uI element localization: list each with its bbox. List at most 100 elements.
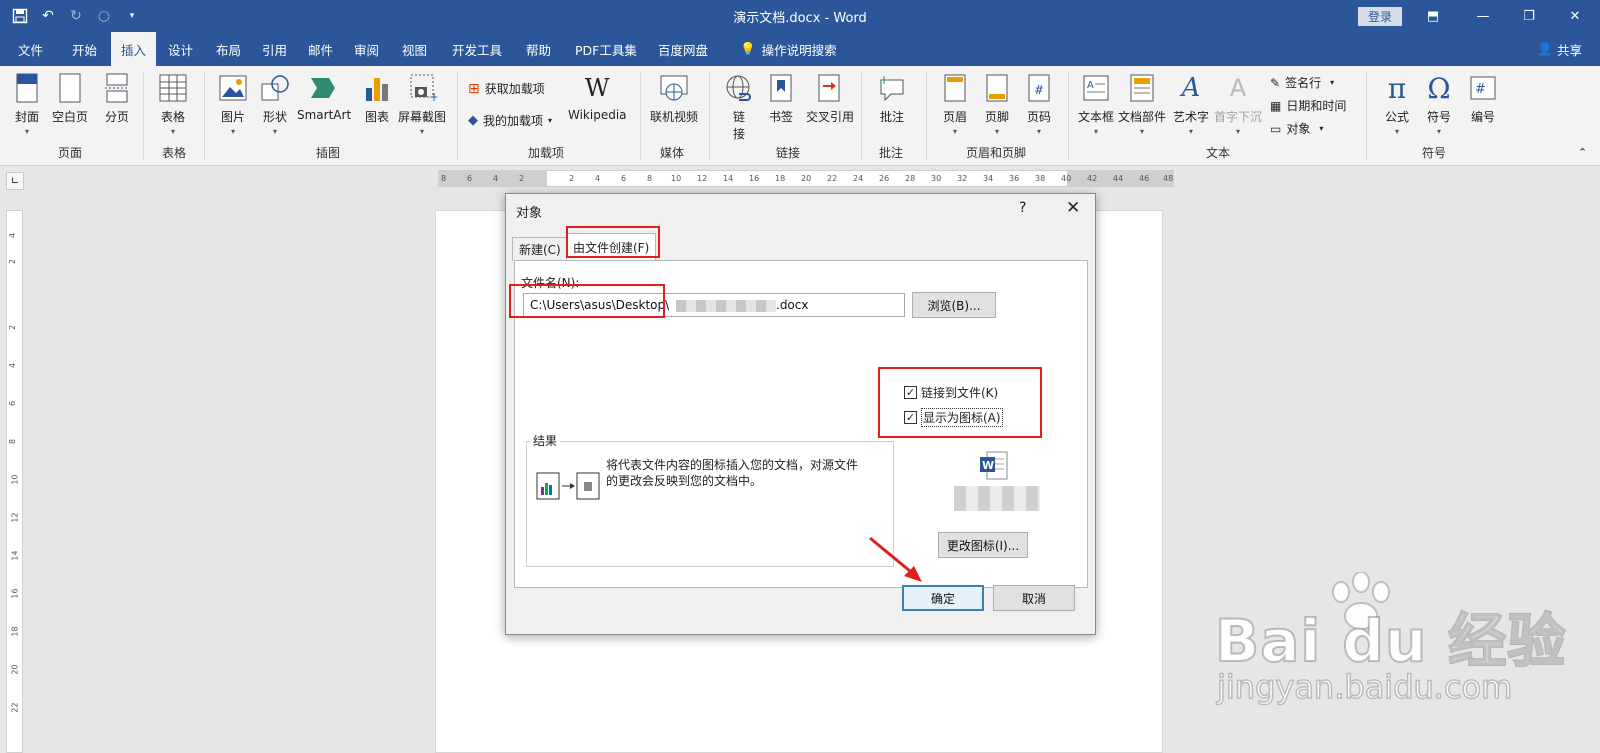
drop-cap-button[interactable]: A 首字下沉 ▾ <box>1214 72 1262 136</box>
chart-icon <box>362 72 392 104</box>
text-box-button[interactable]: A 文本框 ▾ <box>1078 72 1114 136</box>
my-addins-button[interactable]: ◆ 我的加载项 ▾ <box>468 112 552 129</box>
signature-line-button[interactable]: ✎ 签名行 ▾ <box>1270 74 1334 91</box>
chevron-down-icon: ▾ <box>420 127 425 136</box>
tab-review[interactable]: 审阅 <box>344 32 389 66</box>
group-separator <box>204 72 205 160</box>
browse-button[interactable]: 浏览(B)... <box>912 292 996 318</box>
chart-button[interactable]: 图表 <box>362 72 392 125</box>
new-comment-button[interactable]: + 批注 <box>877 72 907 125</box>
footer-button[interactable]: 页脚 ▾ <box>982 72 1012 136</box>
collapse-ribbon-icon[interactable]: ⌃ <box>1578 146 1587 159</box>
ruler-tick: 22 <box>10 702 20 713</box>
calendar-icon: ▦ <box>1270 98 1282 113</box>
redacted-filename <box>676 300 776 312</box>
help-icon[interactable]: ? <box>1019 200 1026 216</box>
tab-layout[interactable]: 布局 <box>206 32 251 66</box>
blank-page-icon <box>55 72 85 104</box>
cover-page-button[interactable]: 封面 ▾ <box>12 72 42 136</box>
blank-page-button[interactable]: 空白页 <box>52 72 88 125</box>
ruler-tick: 28 <box>905 174 916 183</box>
ruler-tick: 4 <box>8 362 18 369</box>
tab-insert[interactable]: 插入 <box>111 32 157 66</box>
ok-button[interactable]: 确定 <box>902 585 984 611</box>
cancel-button[interactable]: 取消 <box>993 585 1075 611</box>
display-as-icon-checkbox[interactable]: ✓ 显示为图标(A) <box>904 408 1003 427</box>
title-bar: ↶ ↻ ○ ▾ 演示文档.docx - Word 登录 ⬒ — ❐ ✕ <box>0 0 1600 32</box>
close-window-icon[interactable]: ✕ <box>1552 0 1598 32</box>
online-video-button[interactable]: 联机视频 <box>650 72 698 125</box>
tab-developer[interactable]: 开发工具 <box>442 32 512 66</box>
cross-reference-button[interactable]: 交叉引用 <box>806 72 854 125</box>
word-document-icon: W <box>979 451 1009 481</box>
page-break-button[interactable]: 分页 <box>102 72 132 125</box>
quick-parts-icon <box>1127 72 1157 104</box>
equation-button[interactable]: π 公式 ▾ <box>1382 71 1412 137</box>
tab-view[interactable]: 视图 <box>392 32 437 66</box>
restore-icon[interactable]: ❐ <box>1506 0 1552 32</box>
change-icon-button[interactable]: 更改图标(I)... <box>938 532 1028 558</box>
tab-references[interactable]: 引用 <box>252 32 297 66</box>
tab-selector[interactable]: ∟ <box>6 172 24 190</box>
tab-mailings[interactable]: 邮件 <box>298 32 343 66</box>
minimize-icon[interactable]: — <box>1460 0 1506 32</box>
tab-home[interactable]: 开始 <box>62 32 107 66</box>
quick-parts-button[interactable]: 文档部件 ▾ <box>1118 72 1166 136</box>
date-time-button[interactable]: ▦ 日期和时间 <box>1270 97 1346 114</box>
screenshot-button[interactable]: + 屏幕截图 ▾ <box>398 72 446 136</box>
link-button[interactable]: 链 接 <box>724 72 754 142</box>
get-addins-label: 获取加载项 <box>484 82 545 96</box>
group-label-symbols: 符号 <box>1422 146 1447 160</box>
chevron-down-icon: ▾ <box>1094 127 1099 136</box>
date-time-label: 日期和时间 <box>1286 99 1347 113</box>
link-to-file-checkbox[interactable]: ✓ 链接到文件(K) <box>904 384 998 401</box>
ruler-tick: 18 <box>10 626 20 637</box>
tab-design[interactable]: 设计 <box>158 32 203 66</box>
text-box-icon: A <box>1081 72 1111 104</box>
share-button[interactable]: 👤 共享 <box>1537 32 1582 66</box>
smartart-button[interactable]: SmartArt <box>297 72 351 122</box>
wikipedia-label: Wikipedia <box>568 108 627 122</box>
signature-label: 签名行 <box>1285 76 1322 90</box>
watermark-url: jingyan.baidu.com <box>1216 667 1513 707</box>
highlight-box-tab <box>566 226 660 258</box>
object-button[interactable]: ▭ 对象 ▾ <box>1270 120 1323 137</box>
table-button[interactable]: 表格 ▾ <box>158 72 188 136</box>
page-break-label: 分页 <box>104 110 129 124</box>
tab-pdf-tools[interactable]: PDF工具集 <box>565 32 647 66</box>
group-separator <box>640 72 641 160</box>
footer-label: 页脚 <box>984 110 1009 124</box>
header-icon <box>940 72 970 104</box>
header-button[interactable]: 页眉 ▾ <box>940 72 970 136</box>
ruler-tick: 36 <box>1009 174 1020 183</box>
ruler-tick: 18 <box>775 174 786 183</box>
tab-create-new[interactable]: 新建(C) <box>512 237 568 261</box>
tab-help[interactable]: 帮助 <box>516 32 561 66</box>
wikipedia-button[interactable]: W Wikipedia <box>568 72 627 122</box>
bookmark-icon <box>766 72 796 104</box>
symbol-button[interactable]: Ω 符号 ▾ <box>1424 72 1454 137</box>
tab-file[interactable]: 文件 <box>8 32 53 66</box>
tab-baidu-netdisk[interactable]: 百度网盘 <box>648 32 718 66</box>
group-label-pages: 页面 <box>58 146 83 160</box>
pictures-button[interactable]: 图片 ▾ <box>218 72 248 136</box>
ruler-tick: 14 <box>723 174 734 183</box>
ruler-tick: 8 <box>647 174 653 183</box>
chevron-down-icon: ▾ <box>994 127 999 136</box>
chevron-down-icon: ▾ <box>230 127 235 136</box>
bookmark-button[interactable]: 书签 <box>766 72 796 125</box>
wordart-button[interactable]: A 艺术字 ▾ <box>1173 72 1209 136</box>
ruler-tick: 12 <box>697 174 708 183</box>
pi-icon: π <box>1387 71 1407 105</box>
close-icon[interactable]: ✕ <box>1066 198 1080 218</box>
get-addins-button[interactable]: ⊞ 获取加载项 <box>468 80 545 97</box>
result-description: 将代表文件内容的图标插入您的文档，对源文件的更改会反映到您的文档中。 <box>606 458 859 488</box>
link-icon <box>724 72 754 104</box>
page-number-button[interactable]: # 页码 ▾ <box>1024 72 1054 136</box>
tell-me-search[interactable]: 💡 操作说明搜索 <box>730 32 847 66</box>
login-button[interactable]: 登录 <box>1358 7 1402 26</box>
number-button[interactable]: # 编号 <box>1468 72 1498 125</box>
shapes-button[interactable]: 形状 ▾ <box>260 72 290 136</box>
page-number-icon: # <box>1024 72 1054 104</box>
ribbon-display-icon[interactable]: ⬒ <box>1410 0 1456 32</box>
